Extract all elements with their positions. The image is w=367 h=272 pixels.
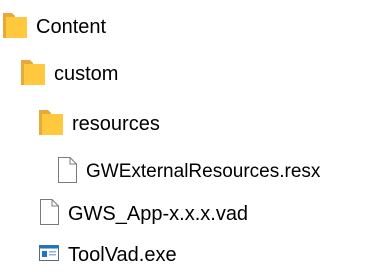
tree-item-label: Content [36,16,107,38]
tree-item-label: GWExternalResources.resx [86,161,321,182]
file-icon [38,198,60,231]
tree-item-gwexternalresources-resx[interactable]: GWExternalResources.resx [56,155,320,189]
tree-item-label: custom [54,63,119,85]
file-icon [56,156,78,189]
tree-item-label: resources [72,113,160,135]
tree-item-label: ToolVad.exe [68,244,177,266]
exe-icon [38,242,60,269]
folder-icon [20,57,46,92]
tree-item-content[interactable]: Content [2,10,106,44]
folder-icon [38,107,64,142]
tree-item-label: GWS_App-x.x.x.vad [68,203,249,225]
tree-item-toolvad-exe[interactable]: ToolVad.exe [38,238,177,272]
tree-item-resources[interactable]: resources [38,107,160,141]
tree-item-gws-app-vad[interactable]: GWS_App-x.x.x.vad [38,197,248,231]
tree-item-custom[interactable]: custom [20,57,118,91]
folder-icon [2,10,28,45]
